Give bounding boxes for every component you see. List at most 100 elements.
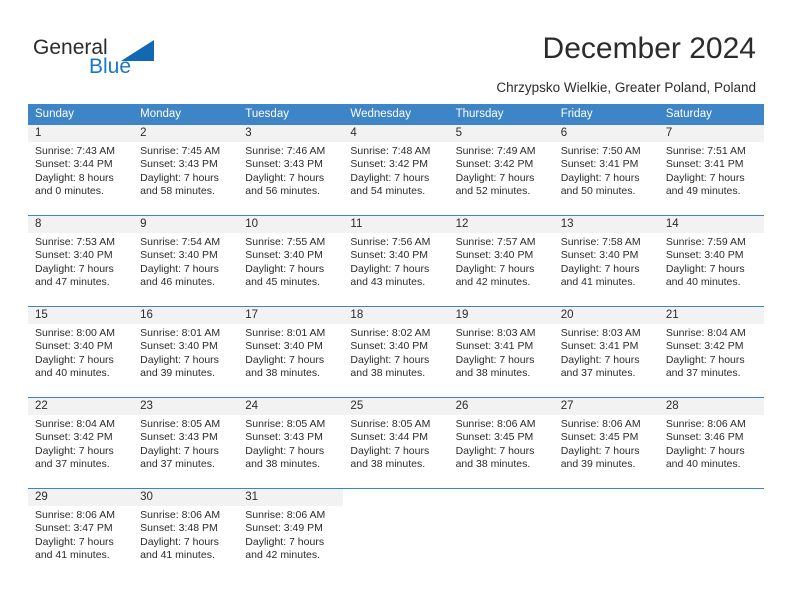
sunrise-text: Sunrise: 8:06 AM bbox=[245, 509, 326, 521]
sunrise-text: Sunrise: 7:45 AM bbox=[140, 145, 221, 157]
weekday-header-wednesday: Wednesday bbox=[350, 108, 411, 120]
day-details: Sunrise: 8:03 AM Sunset: 3:41 PM Daylight:… bbox=[554, 324, 659, 381]
calendar-day-cell-empty bbox=[448, 489, 554, 579]
calendar-day-cell[interactable]: 22 Sunrise: 8:04 AM Sunset: 3:42 PM Dayligh… bbox=[28, 398, 134, 488]
calendar-day-cell[interactable]: 8 Sunrise: 7:53 AM Sunset: 3:40 PM Daylight… bbox=[28, 216, 134, 306]
day-details: Sunrise: 8:05 AM Sunset: 3:43 PM Daylight:… bbox=[238, 415, 343, 472]
calendar-week-row: 22 Sunrise: 8:04 AM Sunset: 3:42 PM Dayligh… bbox=[28, 397, 764, 488]
daylight-text-line2: and 52 minutes. bbox=[455, 185, 531, 198]
day-details: Sunrise: 8:03 AM Sunset: 3:41 PM Daylight:… bbox=[449, 324, 554, 381]
calendar-day-cell[interactable]: 18 Sunrise: 8:02 AM Sunset: 3:40 PM Dayligh… bbox=[343, 307, 449, 397]
day-number: 6 bbox=[553, 125, 659, 142]
daylight-text-line1: Daylight: 7 hours bbox=[245, 171, 325, 184]
day-number: 9 bbox=[133, 216, 239, 233]
day-number: 1 bbox=[28, 125, 134, 142]
sunrise-text: Sunrise: 8:03 AM bbox=[560, 327, 641, 339]
day-number: 31 bbox=[238, 489, 344, 506]
day-details bbox=[554, 506, 659, 509]
daylight-text-line2: and 46 minutes. bbox=[140, 276, 215, 289]
sunrise-text: Sunrise: 7:58 AM bbox=[560, 236, 641, 248]
day-number: 5 bbox=[448, 125, 554, 142]
sunset-text: Sunset: 3:44 PM bbox=[35, 158, 113, 171]
daylight-text-line1: Daylight: 7 hours bbox=[665, 171, 745, 184]
calendar-day-cell[interactable]: 9 Sunrise: 7:54 AM Sunset: 3:40 PM Daylight… bbox=[133, 216, 239, 306]
day-details: Sunrise: 7:45 AM Sunset: 3:43 PM Daylight:… bbox=[133, 142, 238, 199]
calendar-day-cell[interactable]: 15 Sunrise: 8:00 AM Sunset: 3:40 PM Dayligh… bbox=[28, 307, 134, 397]
day-number: 11 bbox=[343, 216, 449, 233]
day-details: Sunrise: 8:06 AM Sunset: 3:48 PM Daylight:… bbox=[133, 506, 238, 563]
calendar-week-row: 29 Sunrise: 8:06 AM Sunset: 3:47 PM Dayligh… bbox=[28, 488, 764, 579]
sunrise-text: Sunrise: 8:05 AM bbox=[245, 418, 326, 430]
calendar-day-cell[interactable]: 2 Sunrise: 7:45 AM Sunset: 3:43 PM Daylight… bbox=[133, 125, 239, 215]
day-details: Sunrise: 8:06 AM Sunset: 3:45 PM Daylight:… bbox=[554, 415, 659, 472]
calendar-day-cell[interactable]: 30 Sunrise: 8:06 AM Sunset: 3:48 PM Dayligh… bbox=[133, 489, 239, 579]
daylight-text-line1: Daylight: 7 hours bbox=[455, 353, 535, 366]
brand-logo[interactable]: General Blue bbox=[33, 36, 233, 84]
calendar-day-cell[interactable]: 29 Sunrise: 8:06 AM Sunset: 3:47 PM Dayligh… bbox=[28, 489, 134, 579]
sunset-text: Sunset: 3:43 PM bbox=[245, 431, 323, 444]
day-number bbox=[448, 489, 554, 506]
calendar-day-cell[interactable]: 26 Sunrise: 8:06 AM Sunset: 3:45 PM Dayligh… bbox=[448, 398, 554, 488]
calendar-day-cell[interactable]: 24 Sunrise: 8:05 AM Sunset: 3:43 PM Dayligh… bbox=[238, 398, 344, 488]
calendar-day-cell[interactable]: 20 Sunrise: 8:03 AM Sunset: 3:41 PM Dayligh… bbox=[553, 307, 659, 397]
sunset-text: Sunset: 3:41 PM bbox=[665, 158, 744, 171]
calendar-day-cell[interactable]: 19 Sunrise: 8:03 AM Sunset: 3:41 PM Dayligh… bbox=[448, 307, 554, 397]
day-number: 3 bbox=[238, 125, 344, 142]
calendar-day-cell[interactable]: 1 Sunrise: 7:43 AM Sunset: 3:44 PM Daylight… bbox=[28, 125, 134, 215]
day-details: Sunrise: 8:01 AM Sunset: 3:40 PM Daylight:… bbox=[133, 324, 238, 381]
sunset-text: Sunset: 3:40 PM bbox=[350, 249, 429, 262]
day-details: Sunrise: 8:06 AM Sunset: 3:46 PM Daylight:… bbox=[659, 415, 764, 472]
daylight-text-line2: and 37 minutes. bbox=[140, 458, 215, 471]
calendar-day-cell[interactable]: 10 Sunrise: 7:55 AM Sunset: 3:40 PM Dayligh… bbox=[238, 216, 344, 306]
calendar-day-cell[interactable]: 11 Sunrise: 7:56 AM Sunset: 3:40 PM Dayligh… bbox=[343, 216, 449, 306]
calendar-day-cell[interactable]: 25 Sunrise: 8:05 AM Sunset: 3:44 PM Dayligh… bbox=[343, 398, 449, 488]
page-header: General Blue December 2024 Chrzypsko Wie… bbox=[0, 0, 792, 100]
calendar-day-cell[interactable]: 28 Sunrise: 8:06 AM Sunset: 3:46 PM Dayligh… bbox=[658, 398, 764, 488]
sunset-text: Sunset: 3:42 PM bbox=[665, 340, 744, 353]
brand-name-blue: Blue bbox=[89, 55, 132, 78]
day-number bbox=[553, 489, 659, 506]
daylight-text-line2: and 40 minutes. bbox=[665, 276, 741, 289]
daylight-text-line1: Daylight: 7 hours bbox=[455, 262, 535, 275]
weekday-header-saturday: Saturday bbox=[665, 108, 712, 120]
sunrise-text: Sunrise: 7:53 AM bbox=[35, 236, 115, 248]
calendar-weeks: 1 Sunrise: 7:43 AM Sunset: 3:44 PM Daylight… bbox=[28, 125, 764, 579]
daylight-text-line2: and 42 minutes. bbox=[455, 276, 531, 289]
day-details: Sunrise: 8:06 AM Sunset: 3:45 PM Daylight:… bbox=[449, 415, 554, 472]
sunrise-text: Sunrise: 7:50 AM bbox=[560, 145, 641, 157]
day-details: Sunrise: 7:57 AM Sunset: 3:40 PM Daylight:… bbox=[449, 233, 554, 290]
calendar-day-cell[interactable]: 13 Sunrise: 7:58 AM Sunset: 3:40 PM Dayligh… bbox=[553, 216, 659, 306]
calendar-day-cell[interactable]: 14 Sunrise: 7:59 AM Sunset: 3:40 PM Dayligh… bbox=[658, 216, 764, 306]
calendar-day-cell[interactable]: 4 Sunrise: 7:48 AM Sunset: 3:42 PM Daylight… bbox=[343, 125, 449, 215]
sunset-text: Sunset: 3:45 PM bbox=[455, 431, 534, 444]
sunrise-text: Sunrise: 8:02 AM bbox=[350, 327, 431, 339]
daylight-text-line2: and 37 minutes. bbox=[35, 458, 110, 471]
sunrise-text: Sunrise: 8:01 AM bbox=[140, 327, 221, 339]
daylight-text-line1: Daylight: 7 hours bbox=[560, 353, 640, 366]
daylight-text-line1: Daylight: 7 hours bbox=[665, 262, 745, 275]
calendar-day-cell[interactable]: 5 Sunrise: 7:49 AM Sunset: 3:42 PM Daylight… bbox=[448, 125, 554, 215]
calendar-day-cell[interactable]: 31 Sunrise: 8:06 AM Sunset: 3:49 PM Dayligh… bbox=[238, 489, 344, 579]
calendar-week-row: 8 Sunrise: 7:53 AM Sunset: 3:40 PM Daylight… bbox=[28, 215, 764, 306]
day-number: 27 bbox=[553, 398, 659, 415]
calendar-day-cell[interactable]: 12 Sunrise: 7:57 AM Sunset: 3:40 PM Dayligh… bbox=[448, 216, 554, 306]
sunrise-text: Sunrise: 8:06 AM bbox=[665, 418, 746, 430]
calendar-day-cell[interactable]: 17 Sunrise: 8:01 AM Sunset: 3:40 PM Dayligh… bbox=[238, 307, 344, 397]
day-details: Sunrise: 8:01 AM Sunset: 3:40 PM Daylight:… bbox=[238, 324, 343, 381]
sunrise-text: Sunrise: 7:56 AM bbox=[350, 236, 431, 248]
calendar-day-cell[interactable]: 6 Sunrise: 7:50 AM Sunset: 3:41 PM Daylight… bbox=[553, 125, 659, 215]
daylight-text-line1: Daylight: 7 hours bbox=[560, 444, 640, 457]
calendar-day-cell[interactable]: 23 Sunrise: 8:05 AM Sunset: 3:43 PM Dayligh… bbox=[133, 398, 239, 488]
daylight-text-line2: and 54 minutes. bbox=[350, 185, 426, 198]
day-number bbox=[658, 489, 764, 506]
calendar-day-cell[interactable]: 27 Sunrise: 8:06 AM Sunset: 3:45 PM Dayligh… bbox=[553, 398, 659, 488]
sunset-text: Sunset: 3:40 PM bbox=[245, 249, 323, 262]
sunrise-text: Sunrise: 8:05 AM bbox=[350, 418, 431, 430]
sunrise-text: Sunrise: 7:51 AM bbox=[665, 145, 746, 157]
sunrise-text: Sunrise: 8:06 AM bbox=[560, 418, 641, 430]
calendar-day-cell[interactable]: 16 Sunrise: 8:01 AM Sunset: 3:40 PM Dayligh… bbox=[133, 307, 239, 397]
calendar-day-cell[interactable]: 3 Sunrise: 7:46 AM Sunset: 3:43 PM Daylight… bbox=[238, 125, 344, 215]
day-number: 14 bbox=[658, 216, 764, 233]
calendar-day-cell[interactable]: 21 Sunrise: 8:04 AM Sunset: 3:42 PM Dayligh… bbox=[658, 307, 764, 397]
calendar-day-cell[interactable]: 7 Sunrise: 7:51 AM Sunset: 3:41 PM Daylight… bbox=[658, 125, 764, 215]
